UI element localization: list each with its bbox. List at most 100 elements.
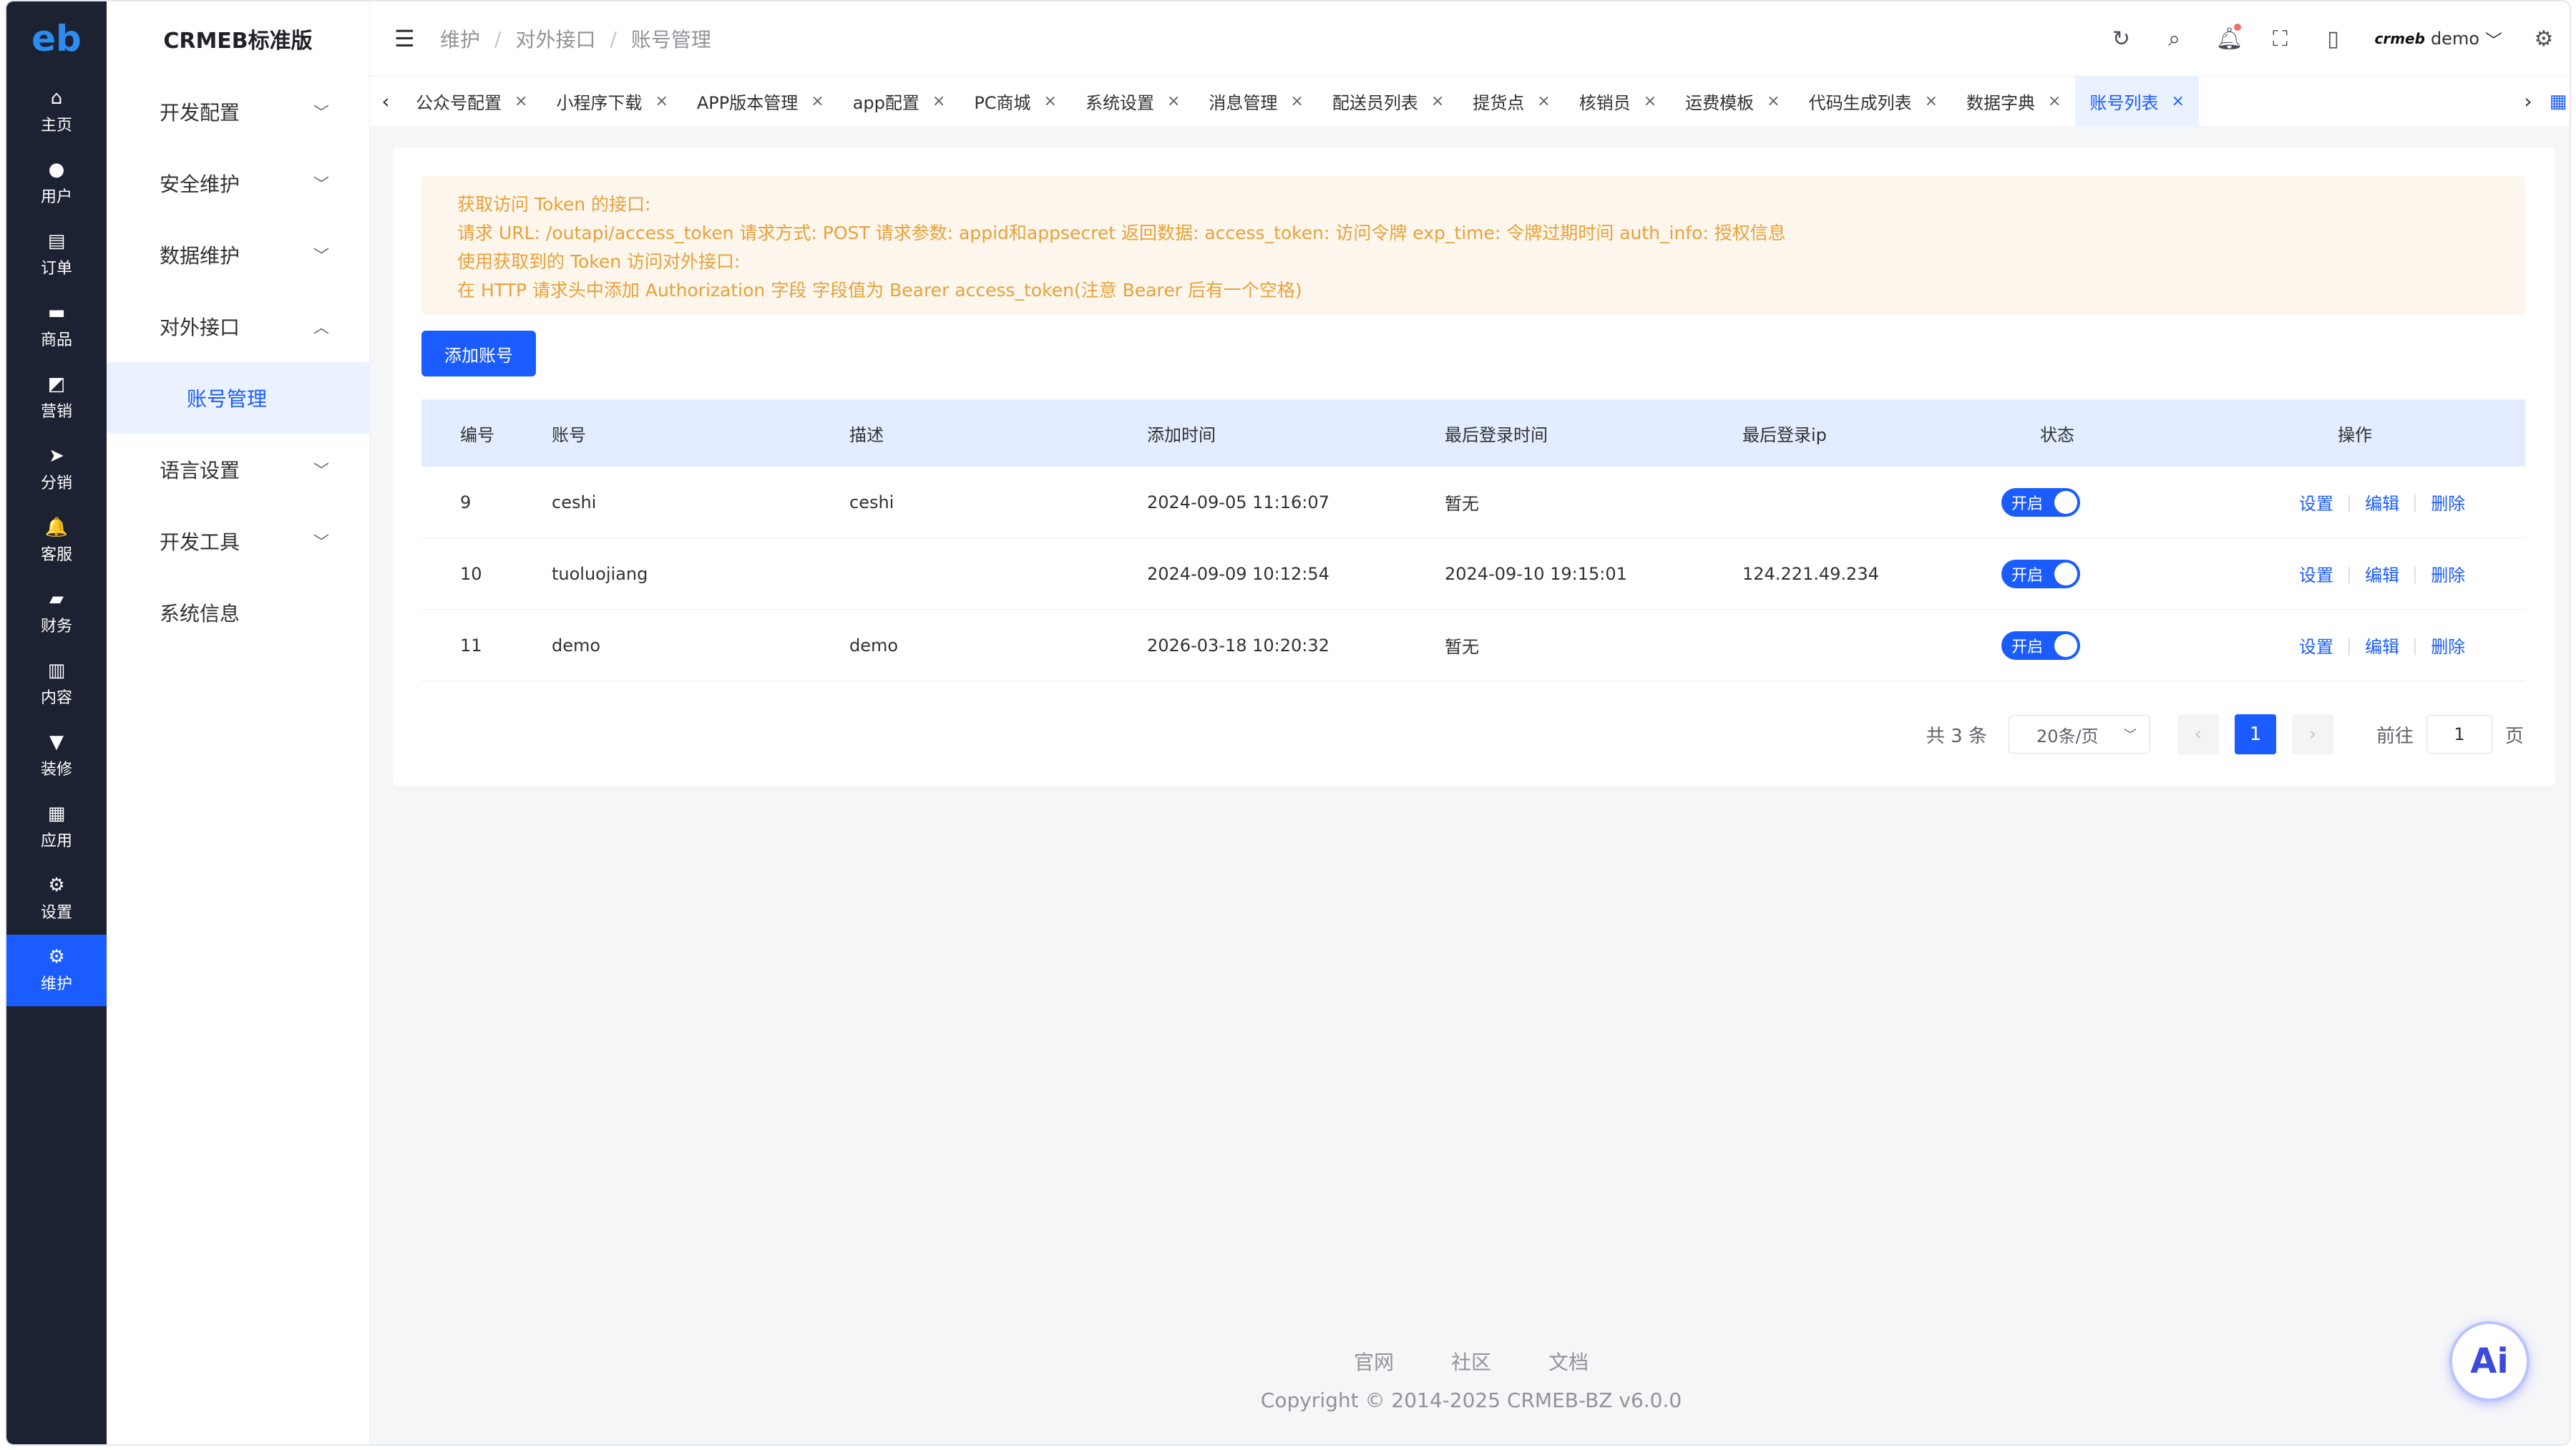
tab-4[interactable]: PC商城 × [960,77,1071,127]
close-icon[interactable]: × [1644,92,1657,110]
rail-item-2[interactable]: ▤ 订单 [6,219,107,291]
settings-link[interactable]: 设置 [2299,633,2333,658]
rail-item-6[interactable]: 🔔 客服 [6,505,107,577]
cell-status: 开启 [2001,631,2299,660]
tab-0[interactable]: 公众号配置 × [401,77,542,127]
rail-item-4[interactable]: ◩ 营销 [6,362,107,434]
settings-gear-icon[interactable]: ⚙ [2532,26,2555,52]
sidebar-group-groups-3[interactable]: 对外接口 ︿ [107,291,369,362]
close-icon[interactable]: × [1290,92,1303,110]
tab-2[interactable]: APP版本管理 × [683,77,839,127]
top-header: ☰ 维护 / 对外接口 / 账号管理 ↻ ⌕ 🔔︎ ⛶ ▯ crmeb demo… [370,1,2570,76]
tab-label: 公众号配置 [416,93,502,113]
footer-link-docs[interactable]: 文档 [1548,1347,1589,1376]
cell-added: 2026-03-18 10:20:32 [1147,635,1330,656]
status-toggle[interactable]: 开启 [2001,487,2080,517]
status-toggle[interactable]: 开启 [2001,631,2080,660]
tab-1[interactable]: 小程序下载 × [542,77,682,127]
breadcrumb-item[interactable]: 对外接口 [515,24,595,53]
sidebar-group-groups-0[interactable]: 开发配置 ﹀ [107,76,369,147]
sidebar-group-groups-2[interactable]: 数据维护 ﹀ [107,219,369,291]
close-icon[interactable]: × [811,92,824,110]
header-toolbar: ↻ ⌕ 🔔︎ ⛶ ▯ crmeb demo ﹀ ⚙ [2109,1,2570,76]
rail-item-label: 维护 [40,975,72,993]
tab-6[interactable]: 消息管理 × [1194,77,1317,127]
close-icon[interactable]: × [1167,92,1180,110]
fullscreen-icon[interactable]: ⛶ [2268,26,2291,52]
rail-item-9[interactable]: ▼ 装修 [6,720,107,792]
close-icon[interactable]: × [932,92,945,110]
refresh-icon[interactable]: ↻ [2109,26,2132,52]
mobile-preview-icon[interactable]: ▯ [2321,26,2344,52]
column-header: 最后登录ip [1742,424,1827,445]
tab-8[interactable]: 提货点 × [1458,77,1564,127]
app-logo[interactable]: eb [6,1,107,76]
tab-12[interactable]: 数据字典 × [1952,77,2075,127]
ai-assistant-button[interactable]: Ai [2449,1321,2529,1401]
edit-link[interactable]: 编辑 [2365,561,2399,586]
menu-toggle-icon[interactable]: ☰ [394,25,423,52]
tab-label: PC商城 [974,93,1031,113]
app-window: eb ⌂ 主页 ● 用户 ▤ 订单 ▬ 商品 ◩ 营销 ➤ 分销 🔔 客服 ▰ 财务 ▥ 内容 ▼ 装修 ▦ 应用 ⚙ 设置 ⚙… [5,0,2571,1446]
close-icon[interactable]: × [2048,92,2061,110]
notification-bell-icon[interactable]: 🔔︎ [2215,23,2243,52]
delete-link[interactable]: 删除 [2431,490,2465,515]
tabs-scroll-left-icon[interactable]: ‹ [370,89,401,113]
tabs-menu-grid-icon[interactable]: ▦ [2544,91,2570,112]
settings-link[interactable]: 设置 [2299,490,2333,515]
settings-link[interactable]: 设置 [2299,561,2333,586]
close-icon[interactable]: × [1925,92,1938,110]
close-icon[interactable]: × [2171,92,2184,110]
tab-3[interactable]: app配置 × [839,77,960,127]
rail-item-11[interactable]: ⚙ 设置 [6,863,107,935]
rail-item-10[interactable]: ▦ 应用 [6,792,107,863]
tabs-scroll-right-icon[interactable]: › [2512,89,2544,113]
rail-item-12[interactable]: ⚙ 维护 [6,935,107,1006]
page-number-current[interactable]: 1 [2234,714,2276,754]
status-toggle[interactable]: 开启 [2001,559,2080,588]
tab-7[interactable]: 配送员列表 × [1318,77,1458,127]
column-header: 操作 [2338,424,2372,445]
tab-9[interactable]: 核销员 × [1565,77,1671,127]
close-icon[interactable]: × [1537,92,1550,110]
goods-icon: ▬ [47,302,66,323]
close-icon[interactable]: × [1044,92,1057,110]
rail-item-5[interactable]: ➤ 分销 [6,434,107,505]
rail-item-3[interactable]: ▬ 商品 [6,291,107,362]
sidebar-group-groups_after-0[interactable]: 语言设置 ﹀ [107,434,369,505]
tab-5[interactable]: 系统设置 × [1071,77,1194,127]
footer-link-community[interactable]: 社区 [1451,1347,1491,1376]
add-account-button[interactable]: 添加账号 [421,331,536,376]
tab-13[interactable]: 账号列表 × [2075,76,2199,127]
close-icon[interactable]: × [1767,92,1780,110]
rail-item-1[interactable]: ● 用户 [6,147,107,219]
footer-link-official[interactable]: 官网 [1354,1347,1394,1376]
close-icon[interactable]: × [1431,92,1444,110]
breadcrumb-item[interactable]: 维护 [440,24,480,53]
close-icon[interactable]: × [655,92,668,110]
sidebar-group-groups_after-1[interactable]: 开发工具 ﹀ [107,505,369,577]
table-row: 10 tuoluojiang 2024-09-09 10:12:54 2024-09-… [421,538,2525,610]
tab-11[interactable]: 代码生成列表 × [1795,77,1952,127]
delete-link[interactable]: 删除 [2431,561,2465,586]
close-icon[interactable]: × [514,92,527,110]
main-content-card: 获取访问 Token 的接口: 请求 URL: /outapi/access_t… [393,147,2555,786]
sidebar-group-groups-1[interactable]: 安全维护 ﹀ [107,147,369,219]
user-name: demo [2430,29,2479,49]
edit-link[interactable]: 编辑 [2365,490,2399,515]
tab-10[interactable]: 运费模板 × [1671,77,1794,127]
rail-item-8[interactable]: ▥ 内容 [6,648,107,720]
rail-item-7[interactable]: ▰ 财务 [6,577,107,648]
goto-page-input[interactable]: 1 [2426,715,2492,754]
toggle-label: 开启 [2011,566,2044,585]
next-page-button[interactable]: › [2291,714,2333,754]
user-menu[interactable]: crmeb demo ﹀ [2374,26,2502,52]
search-icon[interactable]: ⌕ [2162,26,2185,52]
rail-item-0[interactable]: ⌂ 主页 [6,76,107,147]
page-size-select[interactable]: 20条/页 ﹀ [2008,715,2150,754]
delete-link[interactable]: 删除 [2431,633,2465,658]
sidebar-item-account-management[interactable]: 账号管理 [107,362,369,434]
sidebar-item-system-info[interactable]: 系统信息 [107,577,369,648]
prev-page-button[interactable]: ‹ [2177,714,2219,754]
edit-link[interactable]: 编辑 [2365,633,2399,658]
